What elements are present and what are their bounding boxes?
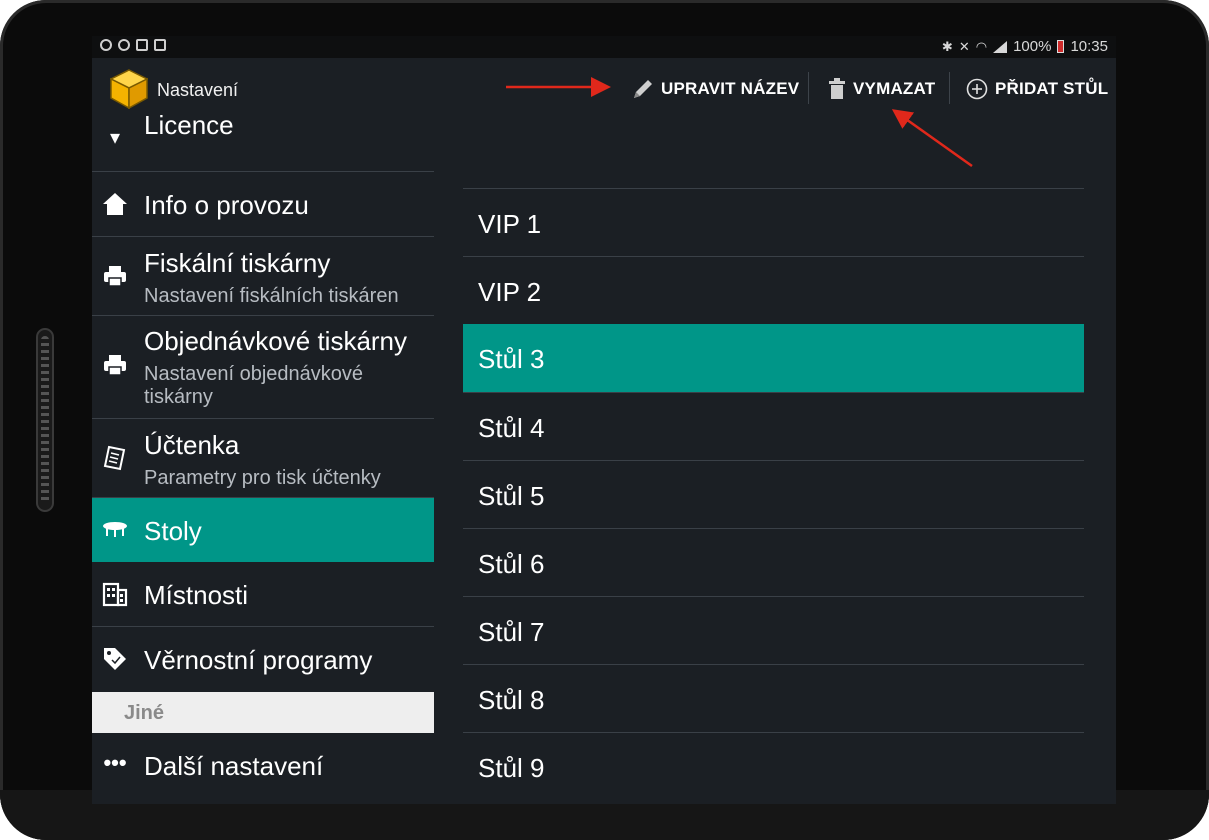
sidebar-section-header: Jiné [92, 692, 434, 733]
action-divider [949, 72, 950, 104]
sidebar-item-licence[interactable]: ▾ Licence [92, 100, 434, 172]
sidebar-item-sublabel: tiskárny [144, 386, 213, 408]
sidebar-item-label: Fiskální tiskárny [144, 248, 331, 278]
list-item-label: VIP 1 [478, 209, 542, 239]
add-table-button[interactable]: PŘIDAT STŮL [966, 76, 1108, 102]
sidebar-item-more-settings[interactable]: ••• Další nastavení [92, 733, 434, 804]
sidebar-item-label: Další nastavení [144, 751, 324, 781]
list-item[interactable]: Stůl 9 [463, 732, 1084, 800]
notification-icon [154, 39, 166, 51]
section-header-label: Jiné [124, 702, 165, 724]
wifi-icon: ◠ [975, 38, 988, 54]
list-item-label: Stůl 9 [478, 753, 545, 783]
list-item-label: Stůl 8 [478, 685, 545, 715]
table-icon [103, 522, 127, 537]
list-item-label: Stůl 5 [478, 481, 545, 511]
action-divider [808, 72, 809, 104]
list-item[interactable]: Stůl 6 [463, 528, 1084, 596]
list-item[interactable]: Stůl 4 [463, 392, 1084, 460]
rename-button-label: UPRAVIT NÁZEV [661, 79, 800, 98]
list-item-label: Stůl 4 [478, 413, 545, 443]
sidebar-item-sublabel: Parametry pro tisk účtenky [144, 467, 381, 489]
sidebar-item-fiscal-printers[interactable]: Fiskální tiskárny Nastavení fiskálních t… [92, 237, 434, 316]
list-item[interactable]: VIP 1 [463, 188, 1084, 256]
sidebar-item-label: Místnosti [144, 580, 249, 610]
sidebar-item-label: Licence [144, 110, 234, 140]
system-icons: ✱ ✕ ◠ 100% 10:35 [942, 38, 1108, 55]
receipt-icon [103, 445, 126, 471]
notification-icon [136, 39, 148, 51]
battery-icon [1057, 40, 1065, 53]
settings-sidebar: ▾ Licence Info o provozu Fiskální tiskár… [92, 110, 434, 804]
printer-icon [104, 355, 126, 376]
list-item-label: Stůl 3 [478, 344, 545, 374]
notification-icon [118, 39, 130, 51]
mute-icon: ✕ [958, 38, 970, 54]
sidebar-item-sublabel: Nastavení objednávkové [144, 363, 364, 385]
list-item[interactable]: Stůl 7 [463, 596, 1084, 664]
notification-icon [100, 39, 112, 51]
building-icon [102, 582, 128, 607]
list-item[interactable]: Stůl 3 [463, 324, 1084, 392]
list-item-label: Stůl 6 [478, 549, 545, 579]
sidebar-item-label: Účtenka [144, 430, 240, 460]
pencil-icon [634, 80, 652, 98]
plus-circle-icon [966, 78, 988, 100]
list-item[interactable]: Stůl 5 [463, 460, 1084, 528]
sidebar-item-receipt[interactable]: Účtenka Parametry pro tisk účtenky [92, 419, 434, 498]
status-bar: ✱ ✕ ◠ 100% 10:35 [92, 36, 1116, 58]
sidebar-item-label: Objednávkové tiskárny [144, 326, 408, 356]
sidebar-item-loyalty[interactable]: Věrnostní programy [92, 627, 434, 692]
sidebar-item-tables[interactable]: Stoly [92, 498, 434, 562]
add-table-button-label: PŘIDAT STŮL [995, 79, 1109, 98]
trash-icon [829, 78, 845, 99]
rename-button[interactable]: UPRAVIT NÁZEV [632, 76, 799, 102]
notification-icons [100, 39, 166, 51]
sidebar-item-label: Stoly [144, 516, 202, 546]
delete-button[interactable]: VYMAZAT [828, 76, 935, 102]
delete-button-label: VYMAZAT [853, 79, 936, 98]
sidebar-item-label: Info o provozu [144, 190, 309, 220]
tablet-side-button [36, 328, 54, 512]
home-icon [103, 193, 127, 215]
screen: ✱ ✕ ◠ 100% 10:35 Nastavení UPRAVIT NÁZEV [92, 36, 1116, 804]
sidebar-item-order-printers[interactable]: Objednávkové tiskárny Nastavení objednáv… [92, 316, 434, 419]
more-dots-icon: ••• [103, 750, 127, 775]
signal-icon [993, 40, 1008, 53]
printer-icon [104, 266, 126, 287]
key-icon: ▾ [109, 126, 121, 149]
list-item[interactable]: VIP 2 [463, 256, 1084, 324]
bluetooth-icon: ✱ [941, 38, 953, 54]
sidebar-item-info[interactable]: Info o provozu [92, 172, 434, 237]
sidebar-item-rooms[interactable]: Místnosti [92, 562, 434, 627]
sidebar-item-sublabel: Nastavení fiskálních tiskáren [144, 285, 399, 307]
clock: 10:35 [1070, 38, 1108, 55]
sidebar-item-label: Věrnostní programy [144, 645, 373, 675]
app-title: Nastavení [157, 80, 239, 100]
tag-icon [104, 648, 126, 670]
list-item[interactable]: Stůl 8 [463, 664, 1084, 732]
battery-percent: 100% [1013, 38, 1052, 55]
list-item-label: VIP 2 [478, 277, 542, 307]
list-item-label: Stůl 7 [478, 617, 545, 647]
